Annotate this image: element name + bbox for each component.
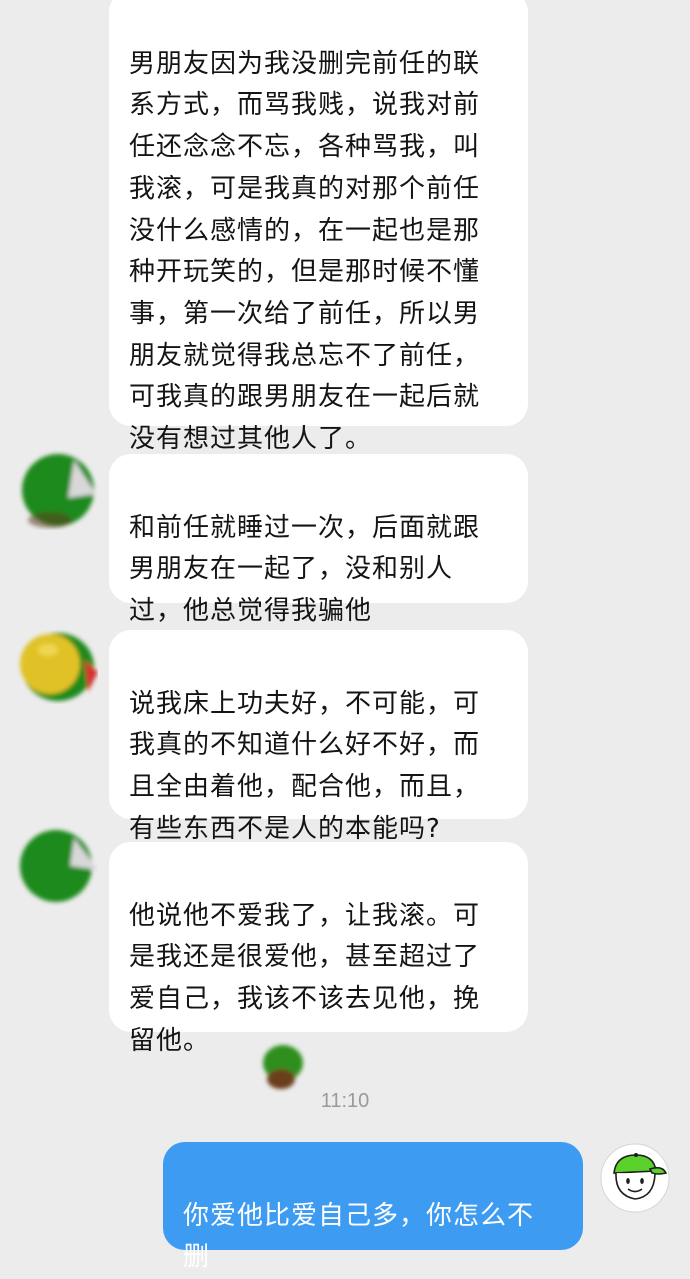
outgoing-message-bubble[interactable]: 你爱他比爱自己多，你怎么不 删 xyxy=(163,1142,583,1272)
avatar-image-icon xyxy=(22,454,96,528)
incoming-message-bubble[interactable]: 和前任就睡过一次，后面就跟 男朋友在一起了，没和别人 过，他总觉得我骗他 xyxy=(109,454,528,626)
contact-avatar[interactable] xyxy=(14,630,98,704)
avatar-image-icon xyxy=(20,830,98,902)
timestamp: 11:10 xyxy=(320,1090,370,1112)
incoming-message-bubble[interactable]: 说我床上功夫好，不可能，可 我真的不知道什么好不好，而 且全由着他，配合他，而且… xyxy=(109,630,528,844)
avatar-image-icon xyxy=(263,1045,303,1089)
contact-avatar[interactable] xyxy=(14,450,98,530)
contact-avatar-small[interactable] xyxy=(258,1041,308,1093)
message-text: 男朋友因为我没删完前任的联 系方式，而骂我贱，说我对前 任还念念不忘，各种骂我，… xyxy=(129,48,481,455)
message-text: 他说他不爱我了，让我滚。可 是我还是很爱他，甚至超过了 爱自己，我该不该去见他，… xyxy=(129,900,481,1056)
incoming-message-bubble[interactable]: 男朋友因为我没删完前任的联 系方式，而骂我贱，说我对前 任还念念不忘，各种骂我，… xyxy=(109,0,528,454)
avatar-image-icon xyxy=(20,633,98,701)
message-text: 和前任就睡过一次，后面就跟 男朋友在一起了，没和别人 过，他总觉得我骗他 xyxy=(129,512,481,627)
message-text: 你爱他比爱自己多，你怎么不 删 xyxy=(183,1200,535,1273)
message-text: 说我床上功夫好，不可能，可 我真的不知道什么好不好，而 且全由着他，配合他，而且… xyxy=(129,688,481,844)
cartoon-face-icon xyxy=(600,1143,670,1213)
contact-avatar[interactable] xyxy=(12,826,98,906)
incoming-message-bubble[interactable]: 他说他不爱我了，让我滚。可 是我还是很爱他，甚至超过了 爱自己，我该不该去见他，… xyxy=(109,842,528,1056)
self-avatar[interactable] xyxy=(600,1143,670,1213)
